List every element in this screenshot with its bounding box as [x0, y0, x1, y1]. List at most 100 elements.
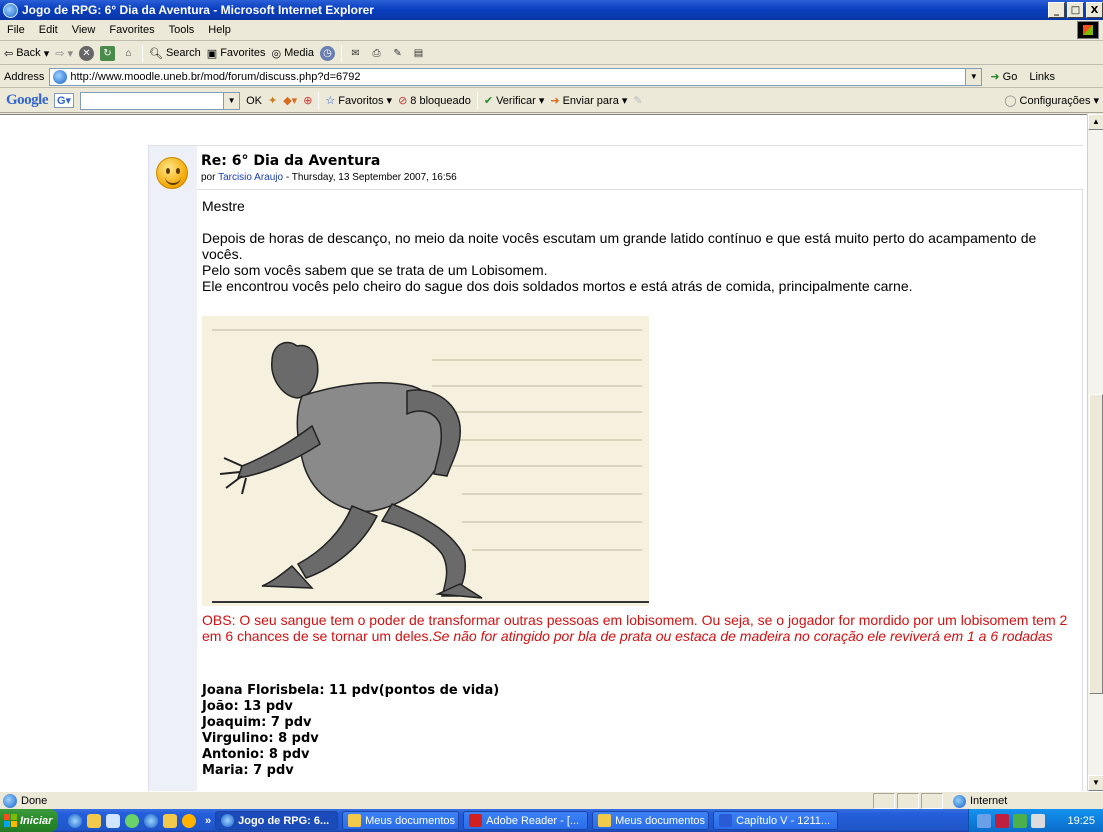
- address-label: Address: [4, 70, 45, 83]
- explorer-quicklaunch-icon[interactable]: [163, 813, 177, 828]
- address-dropdown-icon[interactable]: ▼: [965, 68, 982, 85]
- status-panel: [873, 793, 895, 809]
- google-g-icon[interactable]: G▾: [54, 93, 75, 108]
- user-avatar-smiley-icon[interactable]: [156, 157, 188, 189]
- google-logo-text: Google: [6, 92, 49, 108]
- author-link[interactable]: Tarcisio Araujo: [218, 172, 283, 183]
- tray-m-icon[interactable]: [995, 813, 1009, 828]
- start-label: Iniciar: [20, 814, 53, 827]
- page-content[interactable]: Re: 6° Dia da Aventura por Tarcisio Arau…: [0, 114, 1087, 791]
- vertical-scrollbar[interactable]: ▲ ▼: [1087, 114, 1103, 791]
- folder-quicklaunch-icon[interactable]: [87, 813, 101, 828]
- google-search-dropdown-icon[interactable]: ▼: [223, 92, 240, 109]
- post-greeting: Mestre: [202, 198, 245, 214]
- menu-file[interactable]: File: [0, 24, 32, 36]
- post-paragraph: Ele encontrou vocês pelo cheiro do sague…: [202, 278, 913, 294]
- character-stats: Joana Florisbela: 11 pdv(pontos de vida)…: [202, 683, 1077, 779]
- discuss-icon[interactable]: ▤: [411, 46, 426, 61]
- quick-launch-more[interactable]: »: [205, 815, 211, 827]
- links-button[interactable]: Links: [1029, 71, 1055, 83]
- smiley-quicklaunch-icon[interactable]: [182, 813, 196, 828]
- google-search-web-icon[interactable]: ✦: [268, 94, 277, 107]
- popup-blocker-button[interactable]: ⊘ 8 bloqueado: [398, 94, 471, 108]
- status-panel: [921, 793, 943, 809]
- task-adobe-reader[interactable]: Adobe Reader - [...: [463, 811, 589, 830]
- spellcheck-button[interactable]: ✔ Verificar ▾: [483, 94, 545, 108]
- task-word-document[interactable]: Capítulo V - 1211...: [713, 811, 839, 830]
- media-button[interactable]: ◎ Media: [271, 47, 314, 60]
- obs-note: OBS: O seu sangue tem o poder de transfo…: [202, 612, 1077, 644]
- menu-view[interactable]: View: [65, 24, 103, 36]
- post-subject: Re: 6° Dia da Aventura: [201, 153, 381, 169]
- scroll-thumb[interactable]: [1089, 394, 1103, 694]
- task-label: Jogo de RPG: 6...: [238, 814, 330, 827]
- edit-icon[interactable]: ✎: [390, 46, 405, 61]
- menu-help[interactable]: Help: [201, 24, 238, 36]
- forward-button[interactable]: ⇨ ▾: [55, 47, 73, 60]
- favorites-label: Favorites: [220, 47, 266, 59]
- zone-label: Internet: [970, 795, 1008, 807]
- chevron-down-icon: ▾: [538, 95, 545, 107]
- chevron-down-icon[interactable]: ▾: [67, 47, 73, 60]
- stop-icon[interactable]: ✕: [78, 45, 94, 61]
- forward-arrow-icon: ⇨: [55, 47, 65, 60]
- volume-icon[interactable]: [1031, 813, 1045, 828]
- home-icon[interactable]: ⌂: [121, 46, 136, 61]
- toolbar-separator: [318, 92, 320, 109]
- highlight-icon[interactable]: ✎: [633, 94, 642, 107]
- history-icon[interactable]: ◷: [320, 45, 336, 61]
- ie-task-icon: [221, 814, 235, 827]
- google-search-input[interactable]: ▼: [80, 91, 241, 110]
- window-title-bar: Jogo de RPG: 6° Dia da Aventura - Micros…: [0, 0, 1103, 20]
- pagerank-icon[interactable]: ⊕: [303, 94, 312, 107]
- back-button[interactable]: ⇦ Back ▾: [4, 47, 49, 60]
- menu-edit[interactable]: Edit: [32, 24, 65, 36]
- go-button[interactable]: ➜ Go: [990, 70, 1017, 83]
- close-button[interactable]: X: [1086, 2, 1103, 18]
- spellcheck-icon: ✔: [483, 95, 494, 107]
- address-input[interactable]: http://www.moodle.uneb.br/mod/forum/disc…: [49, 67, 983, 86]
- minimize-button[interactable]: _: [1048, 2, 1065, 18]
- search-button[interactable]: 🔍︎ Search: [149, 47, 201, 60]
- settings-circle-icon: ◯: [1004, 95, 1017, 107]
- news-icon[interactable]: ◆▾: [283, 94, 297, 107]
- print-icon[interactable]: ⎙: [369, 46, 384, 61]
- google-ok-button[interactable]: OK: [246, 95, 262, 107]
- ie2-quicklaunch-icon[interactable]: [144, 813, 158, 828]
- start-button[interactable]: Iniciar: [0, 809, 58, 832]
- mail-icon[interactable]: ✉: [348, 46, 363, 61]
- chevron-down-icon[interactable]: ▾: [44, 47, 50, 60]
- back-label: Back: [16, 47, 41, 59]
- address-url[interactable]: http://www.moodle.uneb.br/mod/forum/disc…: [70, 71, 360, 83]
- send-to-button[interactable]: ➜ Enviar para ▾: [550, 94, 627, 108]
- favorites-button[interactable]: ▣ Favorites: [207, 47, 266, 60]
- tray-network-icon[interactable]: [1013, 813, 1027, 828]
- post-left-column: [149, 146, 197, 791]
- author-prefix: por: [201, 172, 216, 183]
- favoritos-button[interactable]: ☆ Favoritos ▾: [325, 94, 392, 108]
- calendar-quicklaunch-icon[interactable]: [106, 813, 120, 828]
- settings-button[interactable]: ◯ Configurações ▾: [1004, 94, 1099, 108]
- clock-quicklaunch-icon[interactable]: [125, 813, 139, 828]
- scroll-down-icon[interactable]: ▼: [1088, 775, 1103, 791]
- menu-tools[interactable]: Tools: [162, 24, 202, 36]
- task-my-documents-2[interactable]: Meus documentos: [592, 811, 710, 830]
- ie-window-icon[interactable]: [3, 2, 18, 18]
- tray-app-icon[interactable]: [977, 813, 991, 828]
- tray-clock[interactable]: 19:25: [1067, 815, 1095, 827]
- refresh-icon[interactable]: ↻: [99, 45, 115, 61]
- chevron-down-icon: ▾: [1093, 95, 1099, 107]
- task-ie-window[interactable]: Jogo de RPG: 6...: [215, 811, 339, 830]
- ie-quicklaunch-icon[interactable]: [68, 813, 82, 828]
- toolbar-separator: [476, 92, 478, 109]
- status-text: Done: [21, 794, 48, 807]
- task-my-documents[interactable]: Meus documentos: [342, 811, 460, 830]
- menu-favorites[interactable]: Favorites: [102, 24, 161, 36]
- send-arrow-icon: ➜: [550, 95, 560, 107]
- google-logo[interactable]: Google: [6, 92, 49, 109]
- post-paragraph: Pelo som vocês sabem que se trata de um …: [202, 262, 548, 278]
- maximize-button[interactable]: □: [1067, 2, 1084, 18]
- window-title: Jogo de RPG: 6° Dia da Aventura - Micros…: [22, 3, 374, 17]
- popup-blocked-label: 8 bloqueado: [410, 94, 471, 107]
- scroll-up-icon[interactable]: ▲: [1088, 114, 1103, 130]
